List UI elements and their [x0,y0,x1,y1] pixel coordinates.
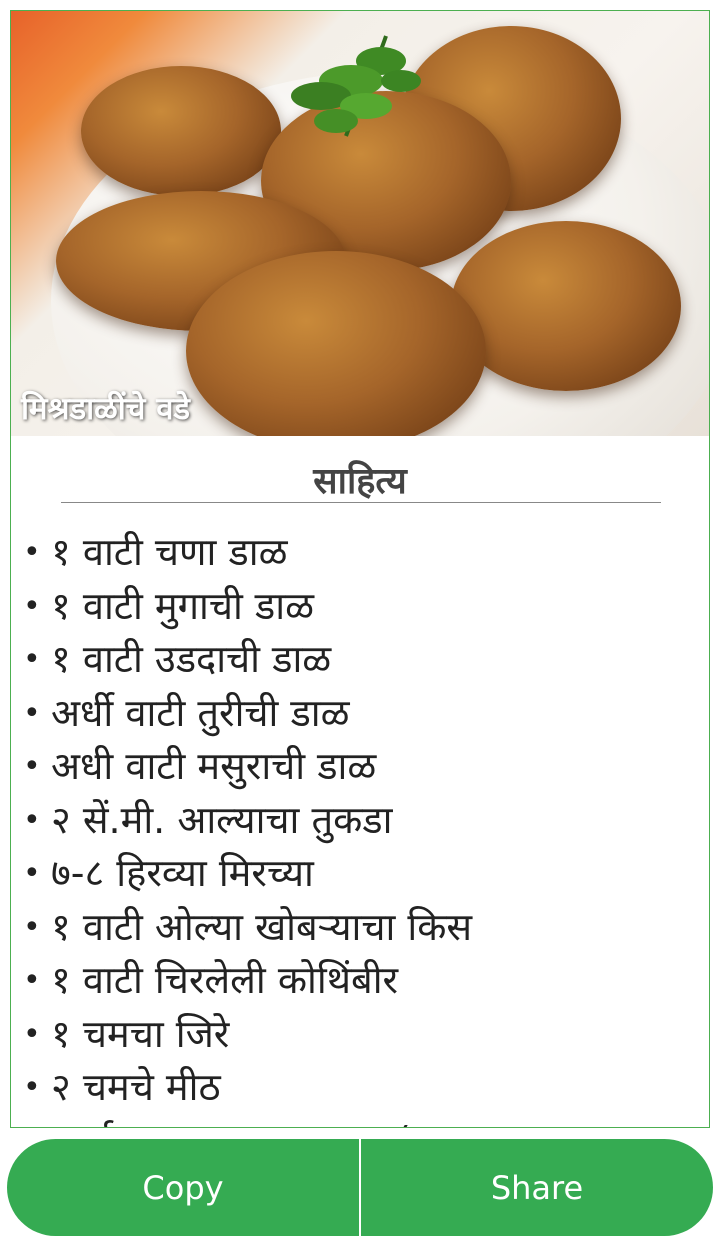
bullet-icon: • [23,1016,41,1052]
bullet-icon: • [23,535,41,570]
ingredient-text: अर्धा चमचा गरम मसाला (आवश्यकता [51,1119,570,1128]
ingredient-item: • १ वाटी चिरलेली कोथिंबीर [23,954,703,1008]
bullet-icon: • [23,856,41,891]
ingredient-text: १ वाटी चिरलेली कोथिंबीर [51,958,399,1002]
ingredient-item: • १ वाटी चणा डाळ [23,526,703,580]
bullet-icon: • [23,1070,41,1105]
recipe-card: मिश्रडाळींचे वडे साहित्य • १ वाटी चणा डाळ… [10,10,710,1128]
divider [61,502,661,503]
ingredient-item: • १ चमचा जिरे [23,1008,703,1062]
bullet-icon: • [23,802,41,838]
copy-button[interactable]: Copy [7,1139,359,1236]
vada-graphic [186,251,486,436]
ingredient-item: • १ वाटी मुगाची डाळ [23,580,703,634]
ingredient-text: १ वाटी मुगाची डाळ [51,583,314,628]
ingredient-item: • २ चमचे मीठ [23,1061,703,1115]
ingredient-item: • १ वाटी ओल्या खोबऱ्याचा किस [23,901,703,955]
coriander-garnish-icon [291,35,421,137]
action-bar: Copy Share [7,1139,713,1236]
vada-graphic [451,221,681,391]
bullet-icon: • [23,1115,51,1128]
ingredient-list: • १ वाटी चणा डाळ • १ वाटी मुगाची डाळ • १ वा… [23,526,703,1128]
bullet-icon: • [23,642,41,677]
recipe-title: मिश्रडाळींचे वडे [21,391,191,427]
ingredient-text: १ वाटी ओल्या खोबऱ्याचा किस [51,904,473,949]
share-button[interactable]: Share [361,1139,713,1236]
bullet-icon: • [23,963,41,998]
bullet-icon: • [23,695,41,731]
ingredient-item: • अर्धी वाटी तुरीची डाळ [23,687,703,741]
ingredient-text: अधी वाटी मसुराची डाळ [51,744,377,788]
ingredient-item: • ७-८ हिरव्या मिरच्या [23,847,703,901]
ingredient-text: २ सें.मी. आल्याचा तुकडा [51,797,393,842]
ingredient-item: • २ सें.मी. आल्याचा तुकडा [23,794,703,848]
ingredient-text: १ वाटी उडदाची डाळ [51,637,332,681]
ingredient-item: • अधी वाटी मसुराची डाळ [23,740,703,794]
ingredient-item: •अर्धा चमचा गरम मसाला (आवश्यकता [23,1115,703,1128]
section-heading: साहित्य [313,461,407,502]
vada-graphic [81,66,281,196]
bullet-icon: • [23,749,41,784]
ingredient-text: १ चमचा जिरे [51,1011,230,1056]
ingredient-text: १ वाटी चणा डाळ [51,530,288,574]
ingredient-text: ७-८ हिरव्या मिरच्या [51,851,314,895]
bullet-icon: • [23,588,41,624]
ingredient-text: २ चमचे मीठ [51,1065,221,1109]
recipe-image: मिश्रडाळींचे वडे [11,11,709,436]
ingredient-text: अर्धी वाटी तुरीची डाळ [51,690,350,735]
bullet-icon: • [23,909,41,945]
ingredient-item: • १ वाटी उडदाची डाळ [23,633,703,687]
